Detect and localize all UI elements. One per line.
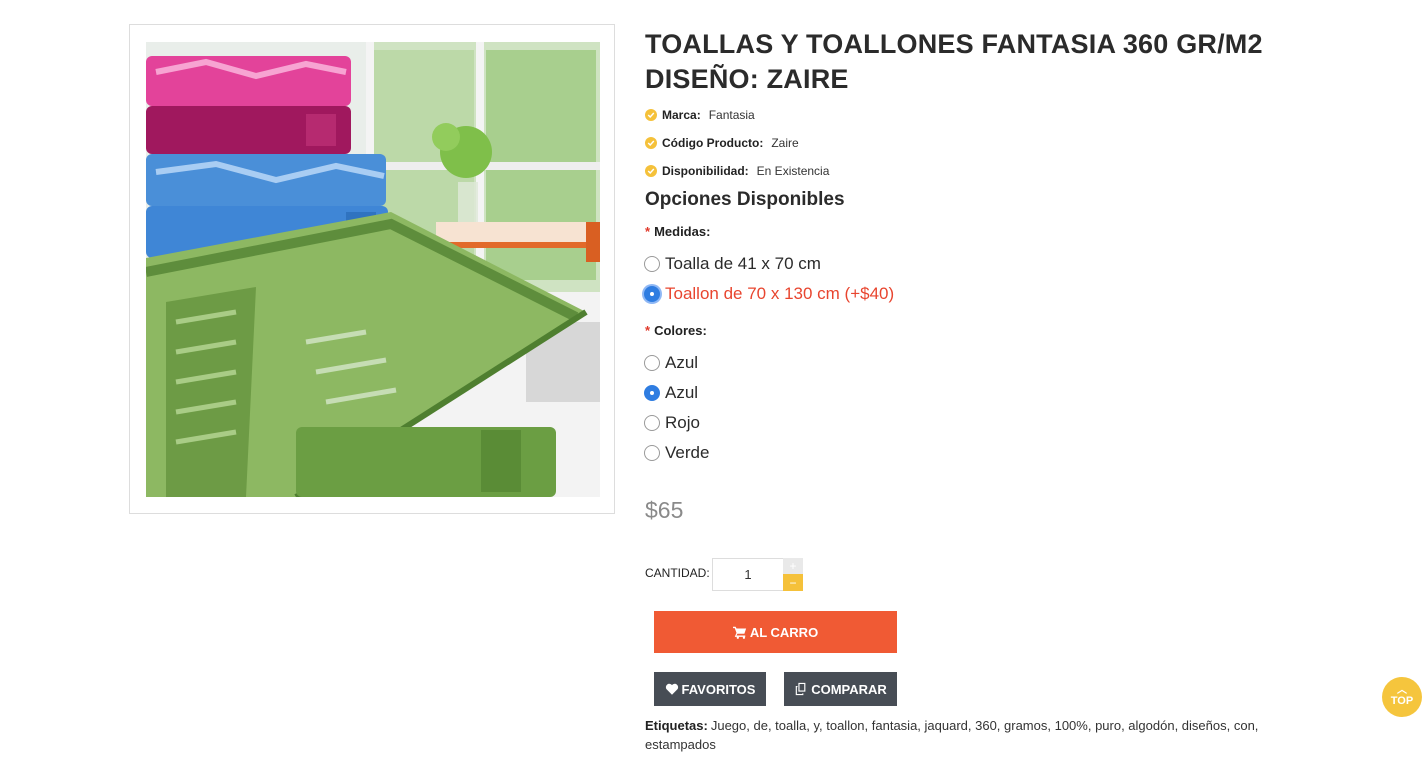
medidas-label: * Medidas: — [645, 224, 710, 239]
scroll-to-top-button[interactable]: ︿ TOP — [1382, 677, 1422, 717]
colores-label-text: Colores: — [654, 323, 707, 338]
color-option-azul-2[interactable]: Azul — [644, 382, 698, 404]
compare-button[interactable]: COMPARAR — [784, 672, 897, 706]
meta-brand: Marca: Fantasia — [645, 106, 755, 124]
copy-icon — [795, 682, 806, 696]
radio-button-selected[interactable] — [644, 286, 660, 302]
quantity-label: CANTIDAD: — [645, 566, 710, 580]
required-mark: * — [645, 224, 651, 239]
colores-label: * Colores: — [645, 323, 707, 338]
medidas-option-toalla[interactable]: Toalla de 41 x 70 cm — [644, 253, 821, 275]
required-mark: * — [645, 323, 651, 338]
medidas-option-label: Toalla de 41 x 70 cm — [665, 254, 821, 273]
check-circle-icon — [645, 109, 657, 121]
meta-availability-value: En Existencia — [756, 164, 830, 178]
meta-code-label: Código Producto: — [662, 136, 764, 150]
meta-product-code: Código Producto: Zaire — [645, 134, 799, 152]
meta-availability: Disponibilidad: En Existencia — [645, 162, 829, 180]
check-circle-icon — [645, 137, 657, 149]
radio-button-selected[interactable] — [644, 385, 660, 401]
product-title: TOALLAS Y TOALLONES FANTASIA 360 GR/M2 D… — [645, 29, 1263, 94]
add-to-cart-label: AL CARRO — [749, 624, 819, 640]
heart-icon — [665, 683, 678, 695]
radio-button[interactable] — [644, 256, 660, 272]
chevron-up-icon: ︿ — [1397, 685, 1407, 696]
meta-brand-value[interactable]: Fantasia — [709, 108, 755, 122]
check-circle-icon — [645, 165, 657, 177]
radio-button[interactable] — [644, 355, 660, 371]
medidas-label-text: Medidas: — [654, 224, 711, 239]
tags-list[interactable]: Juego, de, toalla, y, toallon, fantasia,… — [645, 718, 1258, 752]
options-heading: Opciones Disponibles — [645, 189, 845, 210]
quantity-input[interactable] — [712, 558, 784, 591]
product-image-frame[interactable] — [129, 24, 615, 514]
quantity-increment-button[interactable]: + — [783, 558, 803, 574]
color-option-azul-1[interactable]: Azul — [644, 352, 698, 374]
radio-button[interactable] — [644, 445, 660, 461]
product-price: $65 — [645, 497, 684, 523]
add-to-wishlist-button[interactable]: FAVORITOS — [654, 672, 766, 706]
color-option-verde[interactable]: Verde — [644, 442, 709, 464]
color-option-label: Verde — [665, 443, 710, 462]
medidas-option-label: Toallon de 70 x 130 cm (+$40) — [665, 284, 895, 303]
product-tags: Etiquetas: Juego, de, toalla, y, toallon,… — [645, 716, 1295, 754]
add-to-cart-button[interactable]: AL CARRO — [654, 611, 897, 653]
wishlist-label: FAVORITOS — [681, 681, 756, 697]
product-image[interactable] — [146, 42, 600, 497]
color-option-label: Rojo — [665, 413, 700, 432]
meta-brand-label: Marca: — [662, 108, 701, 122]
compare-label: COMPARAR — [811, 681, 887, 697]
scroll-top-label: TOP — [1390, 695, 1414, 707]
cart-icon — [732, 626, 746, 639]
meta-availability-label: Disponibilidad: — [662, 164, 749, 178]
tags-label: Etiquetas: — [645, 718, 708, 733]
color-option-label: Azul — [665, 353, 699, 372]
color-option-label: Azul — [665, 383, 699, 402]
radio-button[interactable] — [644, 415, 660, 431]
towels-photo — [146, 42, 600, 497]
meta-code-value: Zaire — [771, 136, 799, 150]
quantity-decrement-button[interactable]: − — [783, 574, 803, 591]
medidas-option-toallon[interactable]: Toallon de 70 x 130 cm (+$40) — [644, 283, 894, 305]
color-option-rojo[interactable]: Rojo — [644, 412, 700, 434]
